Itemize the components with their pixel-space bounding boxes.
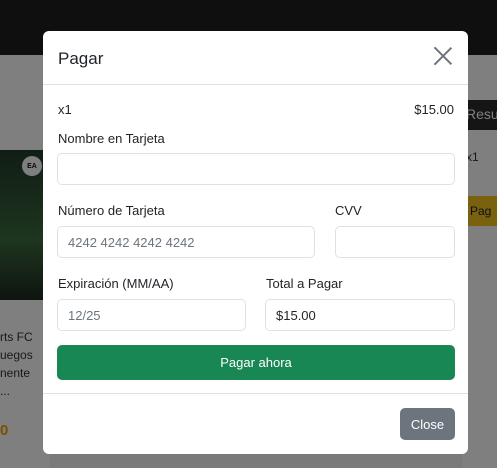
cvv-input[interactable] bbox=[335, 226, 455, 258]
item-quantity: x1 bbox=[58, 102, 72, 117]
cvv-label: CVV bbox=[335, 203, 362, 218]
modal-header: Pagar bbox=[43, 31, 468, 85]
close-button[interactable]: Close bbox=[400, 408, 455, 440]
close-icon[interactable] bbox=[432, 45, 454, 67]
modal-footer-divider bbox=[43, 393, 468, 394]
total-input[interactable] bbox=[265, 299, 455, 331]
card-name-label: Nombre en Tarjeta bbox=[58, 131, 165, 146]
total-label: Total a Pagar bbox=[266, 276, 343, 291]
payment-modal: Pagar x1 $15.00 Nombre en Tarjeta Número… bbox=[43, 31, 468, 454]
card-number-label: Número de Tarjeta bbox=[58, 203, 165, 218]
modal-title: Pagar bbox=[58, 49, 104, 68]
pay-now-button[interactable]: Pagar ahora bbox=[57, 345, 455, 380]
card-name-input[interactable] bbox=[57, 153, 455, 185]
item-price: $15.00 bbox=[414, 102, 454, 117]
card-number-input[interactable] bbox=[57, 226, 315, 258]
expiry-input[interactable] bbox=[57, 299, 246, 331]
expiry-label: Expiración (MM/AA) bbox=[58, 276, 174, 291]
